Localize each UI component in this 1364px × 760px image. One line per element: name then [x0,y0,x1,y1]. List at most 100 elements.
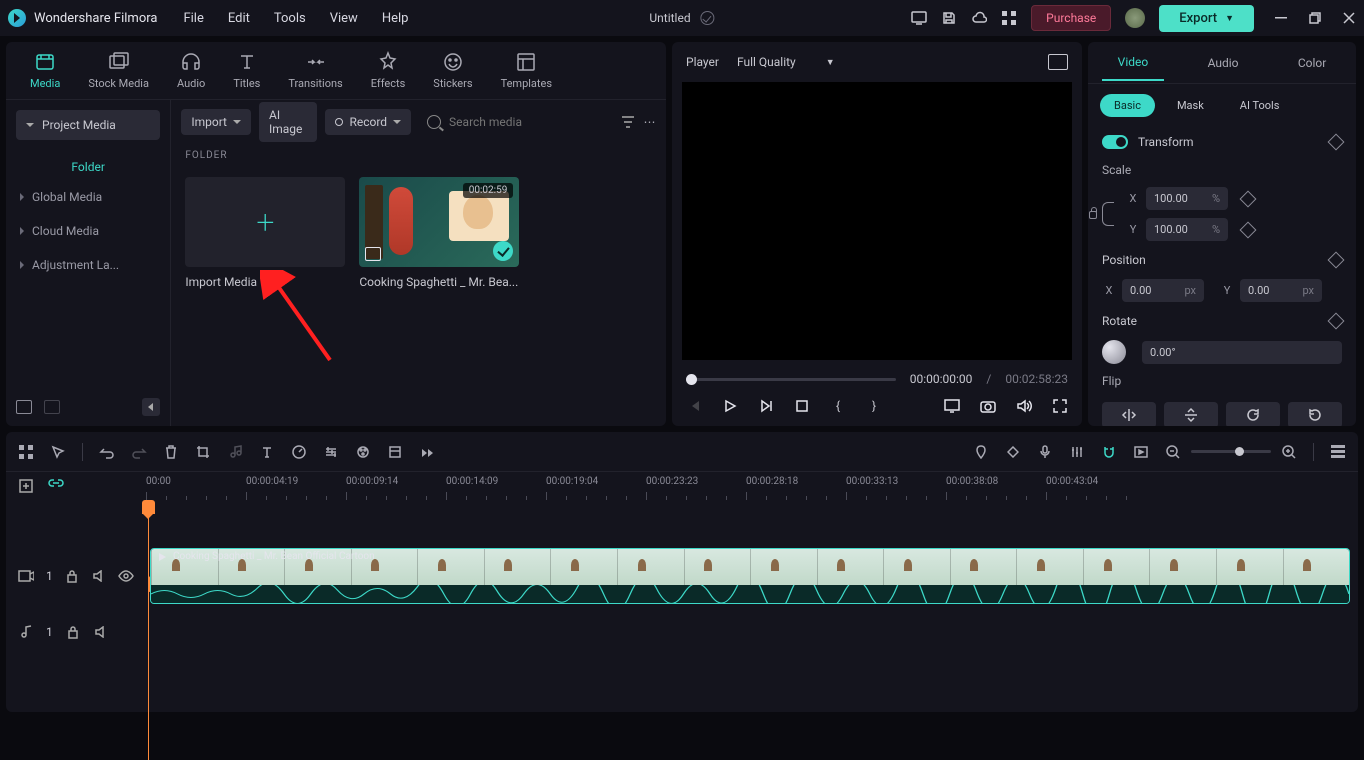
transform-keyframe-icon[interactable] [1328,134,1345,151]
zoom-slider[interactable] [1191,450,1271,453]
pos-x-input[interactable]: 0.00px [1122,279,1204,302]
position-kf-icon[interactable] [1328,252,1345,269]
stop-icon[interactable] [794,398,810,414]
tab-stock-media[interactable]: Stock Media [74,45,163,96]
tl-undo-icon[interactable] [99,444,115,460]
search-media[interactable] [419,109,613,135]
subtab-ai-tools[interactable]: AI Tools [1226,94,1294,117]
project-media-item[interactable]: Project Media [16,110,160,140]
rotate-wheel[interactable] [1102,340,1126,364]
cloud-icon[interactable] [971,10,987,26]
tl-redo-icon[interactable] [131,444,147,460]
menu-edit[interactable]: Edit [228,11,250,26]
fullscreen-icon[interactable] [1052,398,1068,414]
tl-marker-icon[interactable] [973,444,989,460]
tl-color-icon[interactable] [355,444,371,460]
tl-speed-icon[interactable] [291,444,307,460]
props-tab-color[interactable]: Color [1282,46,1342,80]
scale-y-kf-icon[interactable] [1240,221,1257,238]
tl-keyframe-icon[interactable] [1005,444,1021,460]
menu-help[interactable]: Help [382,11,409,26]
display-icon[interactable] [944,398,960,414]
import-button[interactable]: Import [181,109,251,135]
maximize-icon[interactable] [1308,11,1322,25]
audio-mute-icon[interactable] [93,624,109,640]
tl-effects-icon[interactable] [387,444,403,460]
subtab-mask[interactable]: Mask [1163,94,1218,117]
tab-media[interactable]: Media [16,45,74,96]
tl-adjust-icon[interactable] [323,444,339,460]
tl-select-icon[interactable] [50,444,66,460]
close-icon[interactable] [1342,11,1356,25]
media-clip-card[interactable]: 00:02:59 Cooking Spaghetti _ Mr. Bea... [359,177,519,289]
subtab-basic[interactable]: Basic [1100,94,1155,117]
new-folder-icon[interactable] [16,400,32,414]
tl-render-icon[interactable] [1133,444,1149,460]
tab-templates[interactable]: Templates [487,45,566,96]
next-frame-icon[interactable] [758,398,774,414]
transform-toggle[interactable] [1102,135,1128,149]
filter-icon[interactable] [621,114,635,130]
import-media-card[interactable]: + Import Media [185,177,345,289]
tl-magnet-icon[interactable] [1101,444,1117,460]
flip-v-button[interactable] [1164,402,1218,426]
menu-tools[interactable]: Tools [274,11,306,26]
tl-mixer-icon[interactable] [1069,444,1085,460]
timeline-ruler[interactable]: 00:0000:00:04:1900:00:09:1400:00:14:0900… [6,472,1358,500]
sidebar-global-media[interactable]: Global Media [6,180,170,214]
rotate-cw-button[interactable] [1226,402,1280,426]
new-bin-icon[interactable] [44,400,60,414]
zoom-in-icon[interactable] [1281,444,1297,460]
track-visible-icon[interactable] [118,568,134,584]
sidebar-adjustment-layer[interactable]: Adjustment La... [6,248,170,282]
apps-icon[interactable] [1001,10,1017,26]
tab-transitions[interactable]: Transitions [274,45,356,96]
flip-h-button[interactable] [1102,402,1156,426]
quality-dropdown[interactable]: Full Quality▼ [737,55,835,69]
purchase-button[interactable]: Purchase [1031,5,1111,31]
tl-text-icon[interactable] [259,444,275,460]
export-button[interactable]: Export▼ [1159,5,1254,32]
rotate-kf-icon[interactable] [1328,313,1345,330]
menu-view[interactable]: View [330,11,358,26]
tab-audio[interactable]: Audio [163,45,219,96]
preview-screen[interactable] [682,82,1072,360]
props-tab-video[interactable]: Video [1102,45,1165,81]
scale-x-input[interactable]: 100.00% [1146,187,1228,210]
tl-mic-icon[interactable] [1037,444,1053,460]
tl-grid-icon[interactable] [18,444,34,460]
save-icon[interactable] [941,10,957,26]
snapshot-icon[interactable] [1048,54,1068,70]
search-input[interactable] [449,115,605,129]
minimize-icon[interactable] [1274,11,1288,25]
record-button[interactable]: Record [325,109,411,135]
sidebar-cloud-media[interactable]: Cloud Media [6,214,170,248]
link-track-icon[interactable] [48,478,64,494]
timeline-clip[interactable]: Cooking Spaghetti _ Mr. Bean Official Ca… [150,548,1350,604]
lock-icon[interactable] [1089,211,1097,219]
prev-frame-icon[interactable] [686,398,702,414]
mark-out-icon[interactable]: } [866,398,882,414]
camera-icon[interactable] [980,398,996,414]
playhead[interactable] [148,500,149,760]
tl-view-icon[interactable] [1330,444,1346,460]
play-icon[interactable] [722,398,738,414]
collapse-sidebar-icon[interactable] [142,398,160,416]
tab-titles[interactable]: Titles [219,45,274,96]
tl-crop-icon[interactable] [195,444,211,460]
rotate-input[interactable]: 0.00° [1142,341,1342,364]
monitor-icon[interactable] [911,10,927,26]
audio-lock-icon[interactable] [65,624,81,640]
props-tab-audio[interactable]: Audio [1192,46,1255,80]
volume-icon[interactable] [1016,398,1032,414]
more-icon[interactable]: ⋯ [643,114,656,130]
ai-image-button[interactable]: AI Image [259,102,317,142]
menu-file[interactable]: File [183,11,203,26]
tab-stickers[interactable]: Stickers [419,45,486,96]
tab-effects[interactable]: Effects [357,45,420,96]
scale-x-kf-icon[interactable] [1240,190,1257,207]
tl-delete-icon[interactable] [163,444,179,460]
scale-y-input[interactable]: 100.00% [1146,218,1228,241]
user-avatar[interactable] [1125,8,1145,28]
tl-more-icon[interactable] [419,444,435,460]
